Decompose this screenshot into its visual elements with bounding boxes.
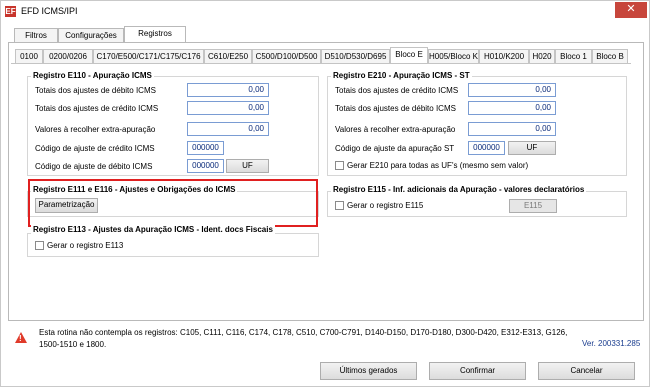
e115-button[interactable]: E115: [509, 199, 557, 213]
e113-title: Registro E113 - Ajustes da Apuração ICMS…: [31, 225, 275, 234]
subtab-bloco-1[interactable]: Bloco 1: [555, 49, 592, 63]
version-label: Ver. 200331.285: [582, 339, 641, 348]
e210-extra-input[interactable]: 0,00: [468, 122, 556, 136]
subtab-h005[interactable]: H005/Bloco K: [428, 49, 479, 63]
tab-filtros[interactable]: Filtros: [14, 28, 58, 42]
e210-all-uf-checkbox[interactable]: [335, 161, 344, 170]
tab-configuracoes[interactable]: Configurações: [58, 28, 124, 42]
e210-cod-input[interactable]: 000000: [468, 141, 505, 155]
subtab-d510[interactable]: D510/D530/D695: [321, 49, 390, 63]
e113-checkbox-label: Gerar o registro E113: [47, 241, 124, 250]
e110-debito-input[interactable]: 0,00: [187, 83, 269, 97]
e110-cod-credito-input[interactable]: 000000: [187, 141, 224, 155]
window-title: EFD ICMS/IPI: [21, 6, 78, 16]
e115-checkbox-label: Gerar o registro E115: [347, 201, 424, 210]
e210-debito-input[interactable]: 0,00: [468, 101, 556, 115]
highlight-frame: [28, 179, 318, 227]
e110-credito-label: Totais dos ajustes de crédito ICMS: [35, 104, 159, 113]
e210-title: Registro E210 - Apuração ICMS - ST: [331, 71, 472, 80]
e210-cod-label: Código de ajuste da apuração ST: [335, 144, 455, 153]
cancelar-button[interactable]: Cancelar: [538, 362, 635, 380]
ultimos-gerados-button[interactable]: Últimos gerados: [320, 362, 417, 380]
warning-icon-mark: !: [19, 334, 22, 343]
e210-extra-label: Valores à recolher extra-apuração: [335, 125, 456, 134]
subtab-c170[interactable]: C170/E500/C171/C175/C176: [93, 49, 204, 63]
subtab-bloco-b[interactable]: Bloco B: [592, 49, 628, 63]
subtab-h010[interactable]: H010/K200: [479, 49, 529, 63]
e210-debito-label: Totais dos ajustes de débito ICMS: [335, 104, 456, 113]
app-logo-icon: EF: [5, 6, 16, 17]
subtab-0200[interactable]: 0200/0206: [43, 49, 93, 63]
e110-credito-input[interactable]: 0,00: [187, 101, 269, 115]
e110-extra-label: Valores à recolher extra-apuração: [35, 125, 156, 134]
subtab-c500[interactable]: C500/D100/D500: [252, 49, 321, 63]
subtab-0100[interactable]: 0100: [15, 49, 43, 63]
e113-checkbox[interactable]: [35, 241, 44, 250]
e110-cod-debito-input[interactable]: 000000: [187, 159, 224, 173]
subtab-c610[interactable]: C610/E250: [204, 49, 252, 63]
e110-title: Registro E110 - Apuração ICMS: [31, 71, 154, 80]
e115-checkbox[interactable]: [335, 201, 344, 210]
e210-uf-button[interactable]: UF: [508, 141, 556, 155]
e110-cod-credito-label: Código de ajuste de crédito ICMS: [35, 144, 155, 153]
e210-credito-input[interactable]: 0,00: [468, 83, 556, 97]
tab-registros[interactable]: Registros: [124, 26, 186, 43]
e110-debito-label: Totais dos ajustes de débito ICMS: [35, 86, 156, 95]
footer-message: Esta rotina não contempla os registros: …: [39, 328, 568, 349]
confirmar-button[interactable]: Confirmar: [429, 362, 526, 380]
e110-uf-button[interactable]: UF: [226, 159, 269, 173]
e110-extra-input[interactable]: 0,00: [187, 122, 269, 136]
subtab-h020[interactable]: H020: [529, 49, 555, 63]
close-button[interactable]: ✕: [615, 2, 647, 18]
subtab-bloco-e[interactable]: Bloco E: [390, 47, 428, 64]
e210-all-uf-label: Gerar E210 para todas as UF's (mesmo sem…: [347, 161, 529, 170]
e115-title: Registro E115 - Inf. adicionais da Apura…: [331, 185, 587, 194]
e210-credito-label: Totais dos ajustes de crédito ICMS: [335, 86, 459, 95]
title-bar: EF EFD ICMS/IPI ✕: [1, 1, 649, 23]
e110-cod-debito-label: Código de ajuste de débito ICMS: [35, 162, 153, 171]
main-window: EF EFD ICMS/IPI ✕ Filtros Configurações …: [0, 0, 650, 387]
